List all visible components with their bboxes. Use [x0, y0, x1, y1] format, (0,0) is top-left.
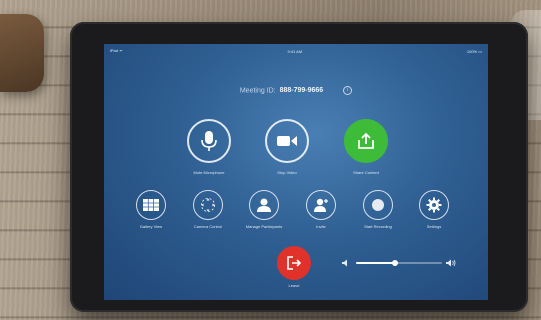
- volume-fill: [356, 262, 395, 264]
- gallery-view-button[interactable]: [136, 190, 166, 220]
- camera-control-label: Camera Control: [193, 224, 223, 229]
- meeting-id-value: 888-799-9666: [279, 87, 324, 95]
- wooden-object: [0, 14, 44, 92]
- share-upload-icon: [358, 132, 374, 149]
- stop-video-button[interactable]: [265, 119, 309, 163]
- record-icon: [372, 199, 384, 211]
- gallery-view-label: Gallery View: [139, 224, 163, 229]
- volume-slider[interactable]: [342, 257, 456, 269]
- manage-participants-label: Manage Participants: [245, 224, 283, 229]
- manage-participants-button[interactable]: [249, 190, 279, 220]
- invite-label: Invite: [316, 224, 326, 229]
- mute-microphone-button[interactable]: [187, 119, 231, 163]
- volume-knob[interactable]: [391, 260, 398, 266]
- grid-icon: [143, 199, 159, 211]
- camera-control-arrows-icon: [201, 198, 215, 212]
- status-bar: iPad ᯤ 9:41 AM 100% ▭: [110, 47, 482, 55]
- meeting-id-label: Meeting ID:: [239, 87, 276, 95]
- volume-low-icon: [342, 259, 347, 267]
- mute-microphone-label: Mute Microphone: [193, 170, 225, 175]
- share-content-button[interactable]: [344, 119, 388, 163]
- status-battery: 100% ▭: [466, 48, 482, 54]
- meeting-id-header: Meeting ID: 888-799-9666 i: [104, 86, 488, 95]
- participants-icon: [257, 198, 271, 212]
- leave-exit-icon: [287, 256, 302, 270]
- start-recording-label: Start Recording: [364, 224, 392, 229]
- camera-control-button[interactable]: [193, 190, 223, 220]
- status-time: 9:41 AM: [287, 48, 303, 54]
- ipad-device: iPad ᯤ 9:41 AM 100% ▭ Meeting ID: 888-79…: [70, 22, 528, 312]
- info-icon[interactable]: i: [343, 86, 353, 95]
- settings-button[interactable]: [419, 190, 449, 220]
- gear-icon: [426, 197, 442, 213]
- microphone-icon: [201, 131, 217, 151]
- share-content-label: Share Content: [353, 170, 379, 175]
- volume-track[interactable]: [356, 260, 442, 266]
- status-carrier: iPad ᯤ: [110, 48, 123, 53]
- stop-video-label: Stop Video: [277, 170, 297, 175]
- leave-label: Leave: [288, 283, 300, 288]
- zoom-room-controller-screen: iPad ᯤ 9:41 AM 100% ▭ Meeting ID: 888-79…: [104, 44, 488, 300]
- invite-button[interactable]: [306, 190, 336, 220]
- settings-label: Settings: [426, 224, 442, 229]
- add-person-icon: [314, 198, 328, 212]
- leave-button[interactable]: [277, 246, 311, 280]
- volume-high-icon: [446, 259, 456, 267]
- start-recording-button[interactable]: [363, 190, 393, 220]
- video-camera-icon: [277, 136, 297, 146]
